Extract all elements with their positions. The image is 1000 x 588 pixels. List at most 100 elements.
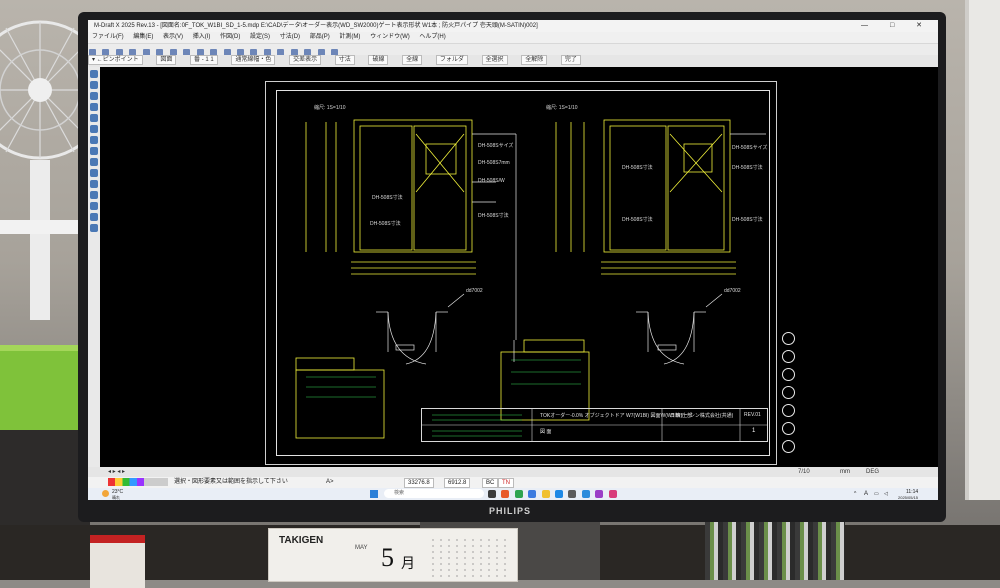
zoom-button-4[interactable] xyxy=(782,386,795,399)
label-right-3: DH-508S寸法 xyxy=(622,165,653,171)
tray-chevron-icon[interactable]: ^ xyxy=(854,488,856,500)
all-lines-toggle[interactable]: 全線 xyxy=(402,55,423,66)
layer-select[interactable]: 番 - 1 1 xyxy=(190,55,218,66)
explorer-icon[interactable] xyxy=(541,490,550,498)
green-box xyxy=(0,345,80,431)
rect-tool-icon[interactable] xyxy=(90,114,98,122)
label-left-3: DH-508S/W xyxy=(478,178,505,184)
windows-start-icon[interactable] xyxy=(370,490,378,498)
zoom-button-6[interactable] xyxy=(782,422,795,435)
circle-tool-icon[interactable] xyxy=(90,103,98,111)
menu-edit[interactable]: 編集(E) xyxy=(133,32,153,43)
cad-app-icon[interactable] xyxy=(608,490,617,498)
teams-icon[interactable] xyxy=(595,490,604,498)
trim-tool-icon[interactable] xyxy=(90,202,98,210)
done-button[interactable]: 完了 xyxy=(560,55,581,66)
volume-icon[interactable]: ◁ xyxy=(884,488,888,500)
second-monitor xyxy=(965,0,1000,500)
bc-toggle[interactable]: BC xyxy=(482,478,499,488)
store-icon[interactable] xyxy=(568,490,577,498)
status-bar-bottom: 選択・図形要素又は範囲を指示して下さい A> 33276.8 6912.8 BC… xyxy=(88,477,938,488)
monitor-screen: M-Draft X 2025 Rev.13 - [図面名:0F_TOK_W1BI… xyxy=(88,20,938,500)
drawing-select[interactable]: 図面 xyxy=(156,55,177,66)
hatch-tool-icon[interactable] xyxy=(90,158,98,166)
dashed-line-toggle[interactable]: 破線 xyxy=(368,55,389,66)
title-block-rev: REV.01 xyxy=(744,412,761,418)
select-all-button[interactable]: 全選択 xyxy=(481,55,508,66)
desk-calendar: TAKIGEN MAY 5 月 xyxy=(268,528,518,582)
menu-help[interactable]: ヘルプ(H) xyxy=(419,32,445,43)
dimension-tool-icon[interactable] xyxy=(90,147,98,155)
angle-unit-indicator: DEG xyxy=(866,469,880,475)
copy-tool-icon[interactable] xyxy=(90,180,98,188)
zoom-button-2[interactable] xyxy=(782,350,795,363)
text-tool-icon[interactable] xyxy=(90,136,98,144)
layer-color-chips[interactable] xyxy=(108,478,168,486)
line-app-icon[interactable] xyxy=(514,490,523,498)
pointer-mode-select[interactable]: ▾ ←ピンポイント xyxy=(88,55,143,66)
drawing-canvas[interactable]: 縮尺: 1S=1/10 縮尺: 1S=1/10 dd7002 dd7002 DH… xyxy=(100,67,938,467)
nav-arrows-icon[interactable]: ◂ ▸ ◂ ▸ xyxy=(108,467,125,477)
measure-tool-icon[interactable] xyxy=(90,224,98,232)
label-left-1: DH-508Sサイズ xyxy=(478,143,514,149)
title-block: TOKオーダー-0.0% オブジェクトドア W7(W1BI) 図面W(W1 BI… xyxy=(421,408,768,442)
edge-icon[interactable] xyxy=(554,490,563,498)
drawing-sheet-border: 縮尺: 1S=1/10 縮尺: 1S=1/10 dd7002 dd7002 DH… xyxy=(265,81,777,465)
deselect-all-button[interactable]: 全解除 xyxy=(521,55,548,66)
clock-date[interactable]: 2025/05/15 xyxy=(898,492,918,500)
polyline-tool-icon[interactable] xyxy=(90,125,98,133)
mail-icon[interactable] xyxy=(528,490,537,498)
folder-button[interactable]: フォルダ xyxy=(435,55,468,66)
menu-insert[interactable]: 挿入(I) xyxy=(193,32,211,43)
file-folders xyxy=(705,520,845,580)
ime-indicator[interactable]: A xyxy=(864,488,868,500)
dimension-toggle[interactable]: 寸法 xyxy=(334,55,355,66)
line-tool-icon[interactable] xyxy=(90,81,98,89)
monitor-brand: PHILIPS xyxy=(488,506,531,516)
task-view-icon[interactable] xyxy=(488,490,496,498)
line-style-select[interactable]: 通常線幅・色 xyxy=(231,55,276,66)
calendar-month-en: MAY xyxy=(355,545,368,551)
left-tool-palette xyxy=(88,67,100,467)
menu-settings[interactable]: 設定(S) xyxy=(250,32,270,43)
label-right-2: DH-508S寸法 xyxy=(732,165,763,171)
door-code-left: dd7002 xyxy=(466,288,483,294)
calendar-month-number: 5 xyxy=(381,543,394,572)
cross-display-toggle[interactable]: 交差表示 xyxy=(289,55,322,66)
window-controls[interactable]: — □ ✕ xyxy=(861,20,932,32)
label-left-4: DH-508S寸法 xyxy=(372,195,403,201)
offset-tool-icon[interactable] xyxy=(90,213,98,221)
label-right-4: DH-508S寸法 xyxy=(622,217,653,223)
menu-draw[interactable]: 作図(D) xyxy=(220,32,240,43)
zoom-button-7[interactable] xyxy=(782,440,795,453)
door-code-right: dd7002 xyxy=(724,288,741,294)
taskbar-app-icons xyxy=(486,488,619,500)
mirror-tool-icon[interactable] xyxy=(90,191,98,199)
zoom-button-1[interactable] xyxy=(782,332,795,345)
property-toolbar: ▾ ←ピンポイント 図面 番 - 1 1 通常線幅・色 交差表示 寸法 破線 全… xyxy=(88,55,938,67)
unit-indicator: mm xyxy=(840,469,850,475)
chrome-icon[interactable] xyxy=(501,490,510,498)
network-icon[interactable]: ▭ xyxy=(874,488,879,500)
prompt-prefix: A> xyxy=(326,479,334,485)
weather-icon[interactable] xyxy=(102,490,109,497)
select-tool-icon[interactable] xyxy=(90,70,98,78)
menu-file[interactable]: ファイル(F) xyxy=(92,32,124,43)
menu-parts[interactable]: 部品(P) xyxy=(310,32,330,43)
menu-window[interactable]: ウィンドウ(W) xyxy=(370,32,410,43)
outlook-icon[interactable] xyxy=(581,490,590,498)
arc-tool-icon[interactable] xyxy=(90,92,98,100)
zoom-button-3[interactable] xyxy=(782,368,795,381)
tn-toggle[interactable]: TN xyxy=(498,478,514,488)
menu-dimension[interactable]: 寸法(D) xyxy=(280,32,300,43)
menu-view[interactable]: 表示(V) xyxy=(163,32,183,43)
taskbar-search-box[interactable]: 検索 xyxy=(384,489,484,498)
calendar-date-grid xyxy=(429,537,509,577)
side-zoom-buttons xyxy=(782,332,796,472)
zoom-button-5[interactable] xyxy=(782,404,795,417)
menu-measure[interactable]: 計測(M) xyxy=(339,32,360,43)
move-tool-icon[interactable] xyxy=(90,169,98,177)
prompt-message: 選択・図形要素又は範囲を指示して下さい xyxy=(174,479,288,485)
label-left-6: DH-508S寸法 xyxy=(370,221,401,227)
page-indicator: 7/10 xyxy=(798,469,810,475)
